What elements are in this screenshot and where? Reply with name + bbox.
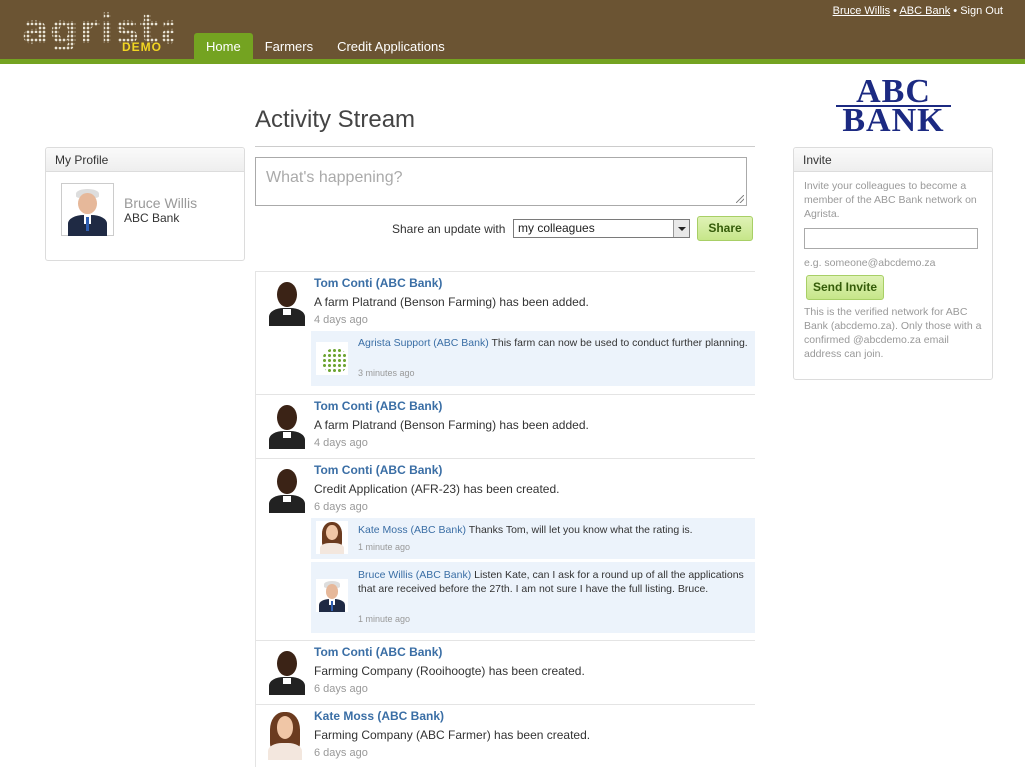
invite-email-hint: e.g. someone@abcdemo.za	[804, 257, 936, 269]
bank-logo-line2: BANK	[836, 104, 951, 138]
post-divider	[255, 394, 755, 395]
comment-body: This farm can now be used to conduct fur…	[491, 337, 748, 349]
page-title: Activity Stream	[255, 106, 416, 133]
comment: Agrista Support (ABC Bank) This farm can…	[311, 331, 755, 386]
post-timestamp: 4 days ago	[314, 314, 368, 326]
title-divider	[255, 146, 755, 147]
comment-author[interactable]: Kate Moss (ABC Bank)	[358, 524, 466, 536]
invite-email-input[interactable]	[804, 228, 978, 249]
sign-out-link[interactable]: Sign Out	[960, 5, 1003, 17]
comment-timestamp: 3 minutes ago	[358, 368, 415, 378]
post-message: Farming Company (ABC Farmer) has been cr…	[314, 728, 591, 742]
share-audience-select[interactable]: my colleagues	[513, 219, 690, 238]
invite-panel: Invite Invite your colleagues to become …	[793, 147, 993, 380]
comment-author[interactable]: Agrista Support (ABC Bank)	[358, 337, 489, 349]
status-placeholder: What's happening?	[266, 169, 403, 186]
stream-top-border	[255, 271, 755, 272]
agrista-logo[interactable]: agrista DEMO	[22, 10, 187, 56]
comment-text: Kate Moss (ABC Bank) Thanks Tom, will le…	[358, 523, 748, 537]
user-profile-link[interactable]: Bruce Willis	[833, 5, 890, 17]
nav-tab-farmers[interactable]: Farmers	[253, 33, 325, 59]
share-with-label: Share an update with	[392, 222, 506, 236]
post-divider	[255, 640, 755, 641]
logo-demo-badge: DEMO	[122, 40, 162, 54]
comment-body: Thanks Tom, will let you know what the r…	[468, 524, 693, 536]
send-invite-button[interactable]: Send Invite	[806, 275, 884, 300]
post-timestamp: 6 days ago	[314, 683, 368, 695]
post-timestamp: 6 days ago	[314, 747, 368, 759]
comment-text: Agrista Support (ABC Bank) This farm can…	[358, 336, 748, 350]
post-author[interactable]: Tom Conti (ABC Bank)	[314, 645, 442, 659]
main-nav: Home Farmers Credit Applications	[194, 33, 457, 59]
post-message: Credit Application (AFR-23) has been cre…	[314, 482, 560, 496]
invite-heading: Invite	[794, 148, 992, 172]
bank-logo: ABC BANK	[836, 73, 951, 138]
my-profile-heading: My Profile	[46, 148, 244, 172]
post-message: A farm Platrand (Benson Farming) has bee…	[314, 295, 589, 309]
comment: Kate Moss (ABC Bank) Thanks Tom, will le…	[311, 518, 755, 559]
profile-name[interactable]: Bruce Willis	[124, 195, 197, 211]
post-avatar[interactable]	[265, 401, 309, 449]
post-author[interactable]: Tom Conti (ABC Bank)	[314, 276, 442, 290]
comment-avatar[interactable]	[316, 342, 348, 375]
nav-tab-home[interactable]: Home	[194, 33, 253, 59]
comment-author[interactable]: Bruce Willis (ABC Bank)	[358, 569, 471, 581]
bank-link[interactable]: ABC Bank	[899, 5, 950, 17]
post-message: A farm Platrand (Benson Farming) has bee…	[314, 418, 589, 432]
nav-tab-credit-applications[interactable]: Credit Applications	[325, 33, 457, 59]
post-author[interactable]: Kate Moss (ABC Bank)	[314, 709, 444, 723]
bank-logo-line1: ABC	[856, 73, 931, 110]
stream-left-border	[255, 271, 256, 767]
comment-text: Bruce Willis (ABC Bank) Listen Kate, can…	[358, 568, 748, 596]
post-avatar[interactable]	[265, 278, 309, 326]
user-links: Bruce Willis • ABC Bank • Sign Out	[833, 5, 1003, 17]
post-timestamp: 6 days ago	[314, 501, 368, 513]
post-avatar[interactable]	[262, 710, 308, 760]
dropdown-arrow-icon[interactable]	[673, 220, 689, 237]
profile-org: ABC Bank	[124, 211, 180, 225]
post-author[interactable]: Tom Conti (ABC Bank)	[314, 399, 442, 413]
agrista-icon	[322, 348, 348, 374]
post-avatar[interactable]	[265, 647, 309, 695]
link-separator: •	[893, 5, 897, 17]
comment-avatar[interactable]	[316, 521, 348, 554]
link-separator: •	[953, 5, 958, 17]
comment-timestamp: 1 minute ago	[358, 542, 411, 552]
share-audience-value: my colleagues	[518, 221, 595, 235]
resize-handle-icon[interactable]	[736, 195, 744, 203]
invite-footer-text: This is the verified network for ABC Ban…	[804, 306, 982, 360]
post-divider	[255, 704, 755, 705]
profile-avatar[interactable]	[61, 183, 114, 237]
comment-timestamp: 1 minute ago	[358, 614, 411, 624]
my-profile-panel: My Profile Bruce Willis ABC Bank	[45, 147, 245, 261]
invite-intro-text: Invite your colleagues to become a membe…	[804, 180, 977, 220]
status-update-textarea[interactable]: What's happening?	[255, 157, 747, 206]
post-timestamp: 4 days ago	[314, 437, 368, 449]
post-divider	[255, 458, 755, 459]
share-button[interactable]: Share	[697, 216, 753, 241]
post-avatar[interactable]	[265, 465, 309, 513]
post-author[interactable]: Tom Conti (ABC Bank)	[314, 463, 442, 477]
comment-avatar[interactable]	[316, 579, 348, 612]
post-message: Farming Company (Rooihoogte) has been cr…	[314, 664, 585, 678]
comment: Bruce Willis (ABC Bank) Listen Kate, can…	[311, 562, 755, 633]
header-accent-line	[0, 59, 1025, 64]
